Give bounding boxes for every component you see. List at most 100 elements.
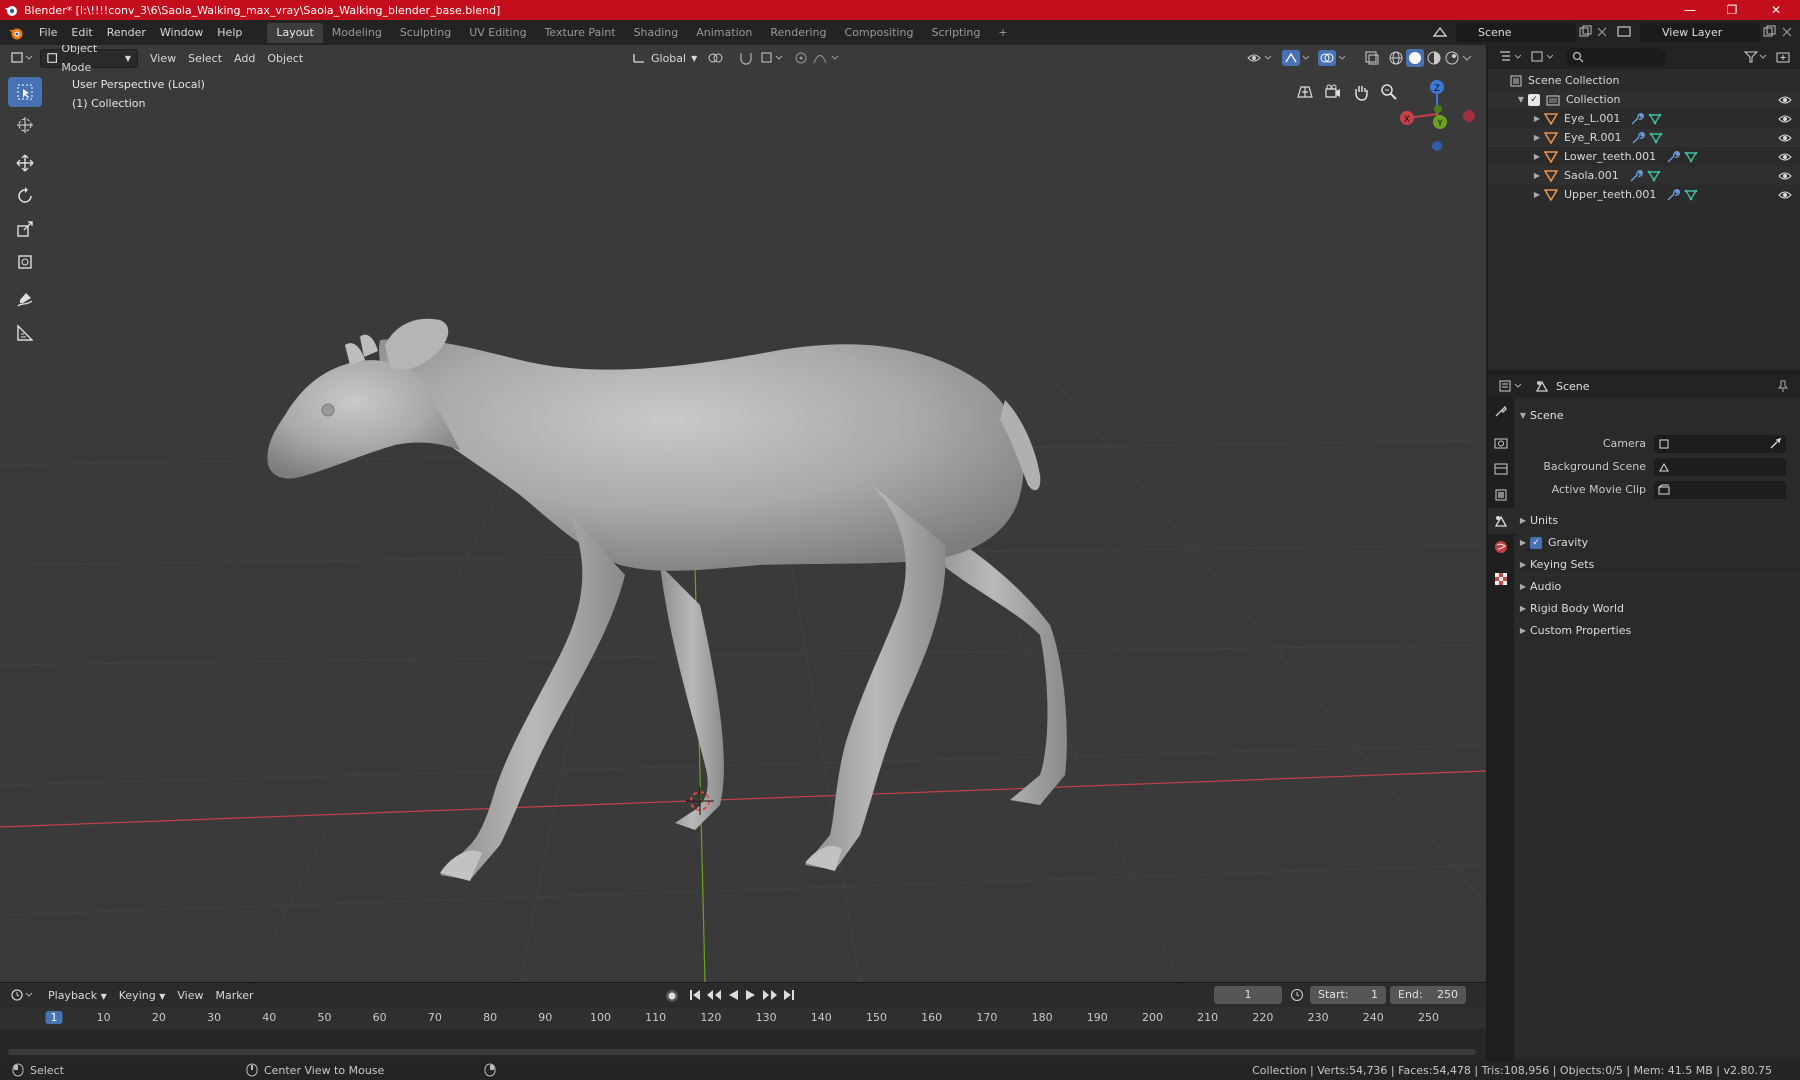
scene-icon[interactable] [1432,25,1448,39]
new-view-layer-icon[interactable] [1762,25,1776,39]
modifier-wrench-icon[interactable] [1666,150,1680,163]
zoom-view-button[interactable] [1376,79,1402,105]
modifier-wrench-icon[interactable] [1630,112,1645,125]
modifier-wrench-icon[interactable] [1631,131,1646,144]
viewport-menu-object[interactable]: Object [261,49,309,68]
proportional-edit-icon[interactable] [793,51,809,65]
mesh-data-icon[interactable] [1649,132,1663,144]
play-icon[interactable] [744,988,758,1002]
start-frame-field[interactable]: Start: 1 [1310,986,1386,1004]
outliner-object-row[interactable]: ▶ Lower_teeth.001 [1488,147,1800,166]
camera-field[interactable] [1654,434,1786,453]
auto-keying-icon[interactable] [664,988,680,1004]
solid-shading-icon[interactable] [1406,49,1424,67]
menu-edit[interactable]: Edit [64,23,99,43]
menu-render[interactable]: Render [100,23,153,43]
snap-icon[interactable] [738,51,754,65]
tab-shading[interactable]: Shading [625,23,688,43]
filter-icon[interactable] [1744,50,1768,64]
transform-orientation-dropdown[interactable]: Global ▼ [626,49,703,68]
tab-tool[interactable] [1488,398,1514,424]
expand-icon[interactable]: ▶ [1530,190,1544,199]
custom-properties-panel-header[interactable]: ▶ Custom Properties [1516,619,1800,641]
tab-rendering[interactable]: Rendering [761,23,835,43]
timeline-ruler[interactable]: 1 10 20 30 40 50 60 70 80 90 100 110 120 130 140 150 160… [0,1007,1486,1061]
pan-view-button[interactable] [1348,79,1374,105]
snap-target-icon[interactable] [760,51,784,65]
outliner-editor-type-icon[interactable] [1498,49,1524,65]
end-frame-field[interactable]: End: 250 [1390,986,1466,1004]
tab-animation[interactable]: Animation [687,23,761,43]
mesh-data-icon[interactable] [1684,151,1698,163]
navigation-gizmo[interactable]: Z X Y [1400,80,1475,151]
camera-view-button[interactable] [1320,79,1346,105]
jump-keyframe-forward-icon[interactable] [762,988,778,1002]
eye-icon[interactable] [1778,113,1792,125]
close-button[interactable]: ✕ [1756,0,1796,20]
keying-sets-panel-header[interactable]: ▶ Keying Sets [1516,553,1800,575]
maximize-button[interactable]: ❐ [1712,0,1752,20]
cursor-tool[interactable] [8,110,42,140]
rotate-tool[interactable] [8,181,42,211]
tab-scripting[interactable]: Scripting [922,23,989,43]
modifier-wrench-icon[interactable] [1629,169,1643,182]
outliner-object-row[interactable]: ▶ Saola.001 [1488,166,1800,185]
tab-modeling[interactable]: Modeling [323,23,391,43]
tab-output[interactable] [1488,456,1514,482]
viewport-scene[interactable]: Z X Y [0,45,1486,982]
outliner-object-row[interactable]: ▶ Eye_L.001 [1488,109,1800,128]
add-workspace-button[interactable]: + [989,23,1016,43]
menu-file[interactable]: File [32,23,64,43]
scene-selector[interactable]: Scene [1456,23,1576,42]
mesh-data-icon[interactable] [1647,170,1661,182]
outliner-object-row[interactable]: ▶ Eye_R.001 [1488,128,1800,147]
pivot-point-icon[interactable] [706,51,730,65]
timeline-menu-keying[interactable]: Keying ▼ [113,986,172,1005]
gizmo-neg-x-icon[interactable] [1463,110,1475,122]
outliner-scene-collection[interactable]: Scene Collection [1488,71,1800,90]
pin-icon[interactable] [1776,379,1790,393]
timeline-scrollbar[interactable] [8,1049,1476,1055]
properties-editor-type-icon[interactable] [1498,378,1524,394]
select-box-tool[interactable] [8,77,42,107]
editor-type-icon[interactable] [10,50,34,66]
units-panel-header[interactable]: ▶ Units [1516,509,1800,531]
blender-menu-icon[interactable] [8,25,24,41]
mesh-data-icon[interactable] [1648,113,1662,125]
eye-icon[interactable] [1778,132,1792,144]
current-frame-field[interactable]: 1 [1214,986,1282,1004]
eye-icon[interactable] [1778,170,1792,182]
jump-start-icon[interactable] [688,988,702,1002]
falloff-icon[interactable] [812,51,840,65]
play-reverse-icon[interactable] [726,988,740,1002]
view-layer-selector[interactable]: View Layer [1640,23,1760,42]
delete-view-layer-icon[interactable] [1781,25,1793,39]
modifier-wrench-icon[interactable] [1666,188,1681,201]
gizmo-neg-z-icon[interactable] [1432,141,1442,151]
saola-mesh[interactable] [267,318,1067,881]
expand-icon[interactable]: ▶ [1530,152,1544,161]
gizmo-neg-y-icon[interactable] [1434,105,1442,113]
tab-texture-paint[interactable]: Texture Paint [536,23,625,43]
tab-texture[interactable] [1488,566,1514,592]
timeline-editor-type-icon[interactable] [10,987,34,1003]
rendered-shading-icon[interactable] [1444,50,1460,66]
audio-panel-header[interactable]: ▶ Audio [1516,575,1800,597]
timeline-menu-marker[interactable]: Marker [209,986,259,1005]
new-scene-icon[interactable] [1578,25,1592,39]
tab-uv-editing[interactable]: UV Editing [460,23,535,43]
toggle-grid-view-button[interactable] [1292,79,1318,105]
tab-scene[interactable] [1488,508,1514,534]
viewport-menu-select[interactable]: Select [182,49,228,68]
menu-help[interactable]: Help [210,23,249,43]
minimize-button[interactable]: — [1670,0,1710,20]
annotate-tool[interactable] [8,285,42,315]
expand-icon[interactable]: ▶ [1530,133,1544,142]
outliner-search-input[interactable] [1566,48,1666,66]
delete-scene-icon[interactable] [1596,25,1608,39]
jump-end-icon[interactable] [782,988,796,1002]
measure-tool[interactable] [8,318,42,348]
viewport-menu-view[interactable]: View [144,49,182,68]
tab-compositing[interactable]: Compositing [836,23,923,43]
xray-toggle-icon[interactable] [1364,50,1380,66]
